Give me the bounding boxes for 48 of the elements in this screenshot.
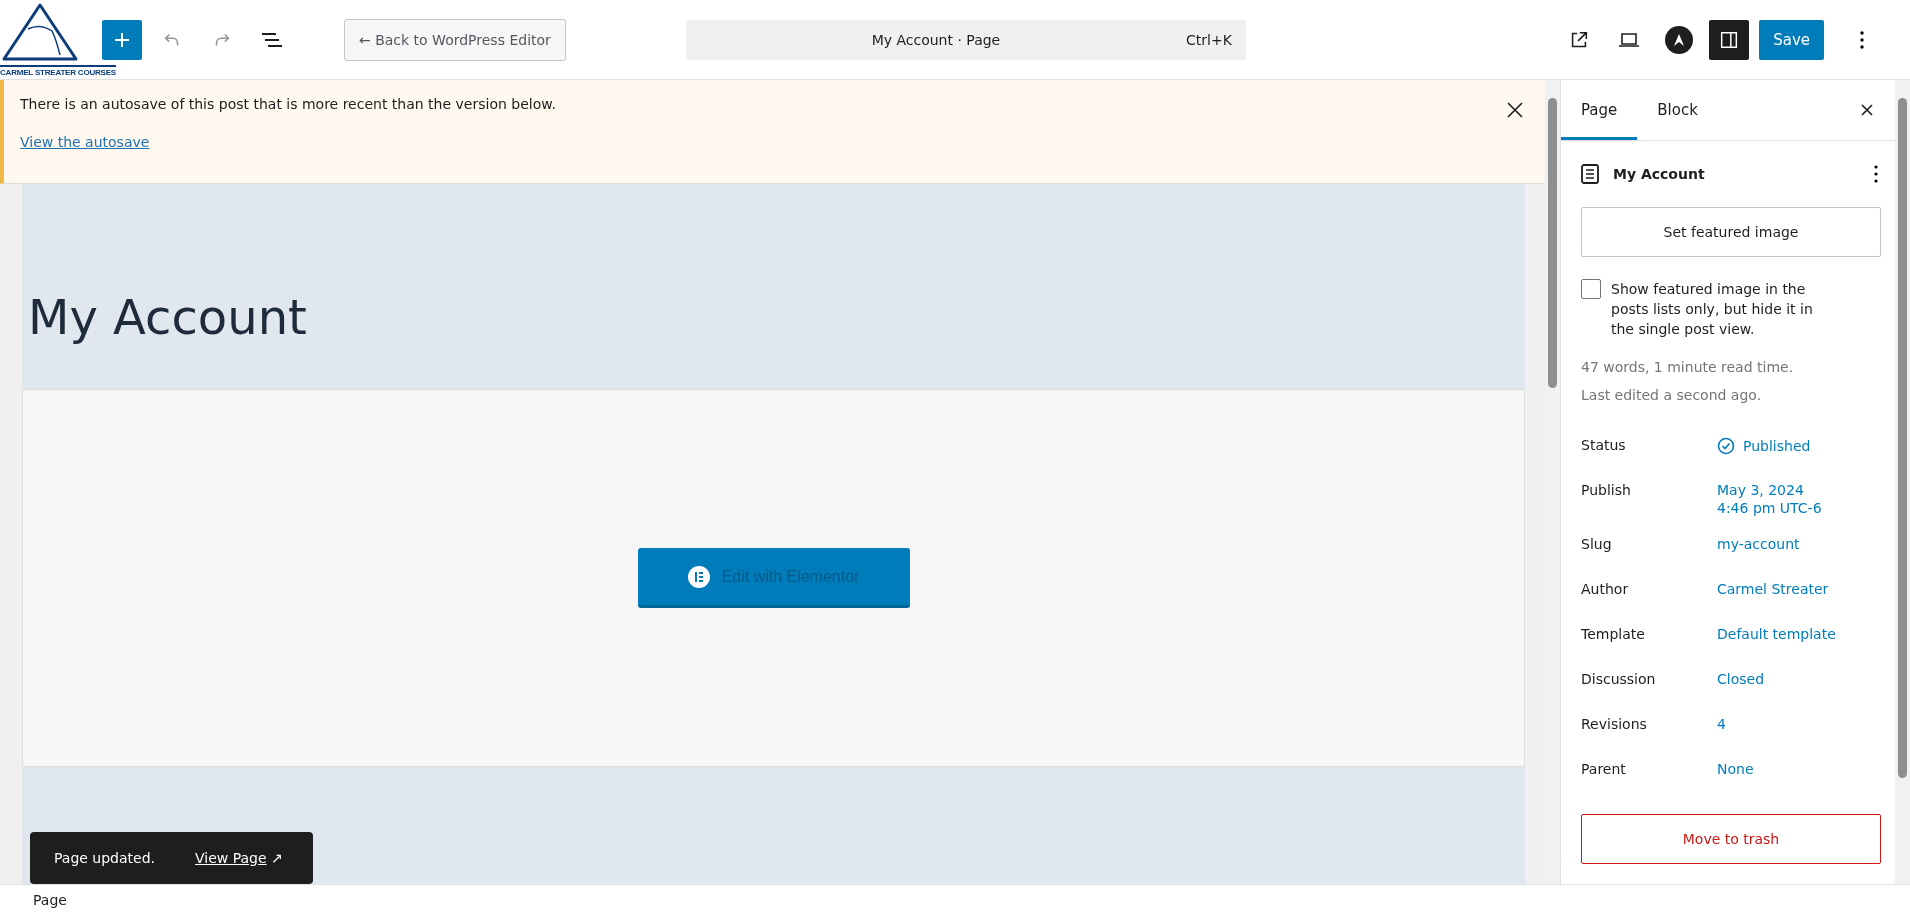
view-page-link[interactable]: View Page ↗ [195, 850, 283, 866]
letter-a-circle-icon [1664, 24, 1695, 55]
command-palette-bar[interactable]: My Account · Page Ctrl+K [685, 19, 1246, 60]
field-label: Template [1581, 626, 1646, 644]
field-label: Publish [1581, 482, 1632, 500]
field-label: Author [1581, 581, 1630, 599]
check-circle-icon [1717, 437, 1735, 455]
back-to-editor-button[interactable]: ← Back to WordPress Editor [344, 18, 566, 61]
field-label: Revisions [1581, 716, 1648, 734]
field-label: Discussion [1581, 671, 1657, 689]
post-stat-text: Last edited a second ago. [1580, 386, 1763, 405]
logo-text: CARMEL STREATER COURSES [0, 64, 116, 77]
more-vertical-icon [1859, 29, 1865, 50]
save-button[interactable]: Save [1759, 19, 1824, 60]
field-value-link[interactable]: 4 [1717, 716, 1875, 732]
notice-message: There is an autosave of this post that is more recent than the version below. [20, 96, 556, 112]
document-title: My Account · Page [870, 31, 1002, 48]
field-value-link[interactable]: Published [1717, 437, 1875, 455]
field-value-link[interactable]: Closed [1717, 671, 1875, 687]
add-block-button[interactable] [102, 19, 142, 60]
checkbox[interactable] [1581, 279, 1601, 299]
sidebar-tab[interactable]: Page [1561, 80, 1638, 140]
scrollbar[interactable] [1545, 80, 1560, 884]
settings-button[interactable] [1709, 19, 1750, 60]
shortcut-label: Ctrl+K [1186, 31, 1232, 48]
view-autosave-link[interactable]: View the autosave [20, 134, 150, 150]
set-featured-image-button[interactable]: Set featured image [1581, 207, 1881, 257]
field-label: Slug [1581, 536, 1613, 554]
more-vertical-icon[interactable] [1873, 164, 1879, 184]
field-value-link[interactable]: 4:46 pm UTC-6 [1717, 500, 1875, 516]
field-value-link[interactable]: May 3, 2024 [1717, 482, 1875, 498]
page-title: My Account [28, 289, 307, 345]
snackbar-message: Page updated. [54, 850, 155, 866]
field-label: Parent [1581, 761, 1627, 779]
field-value-link[interactable]: Default template [1717, 626, 1875, 642]
sidebar-tab[interactable]: Block [1637, 80, 1718, 140]
field-value-link[interactable]: my-account [1717, 536, 1875, 552]
field-label: Status [1581, 437, 1627, 455]
breadcrumb[interactable]: Page [33, 892, 67, 908]
page-icon [1581, 164, 1599, 184]
panel-title: My Account [1613, 166, 1706, 182]
field-value-link[interactable]: Carmel Streater [1717, 581, 1875, 597]
scrollbar[interactable] [1895, 80, 1910, 884]
checkbox-label: Show featured image in the posts lists only, but hide it in the single post view. [1611, 280, 1814, 339]
e-circle-icon [687, 565, 710, 588]
post-stat-text: 47 words, 1 minute read time. [1580, 358, 1795, 377]
field-value-link[interactable]: None [1717, 761, 1875, 777]
move-to-trash-button[interactable]: Move to trash [1581, 814, 1881, 864]
